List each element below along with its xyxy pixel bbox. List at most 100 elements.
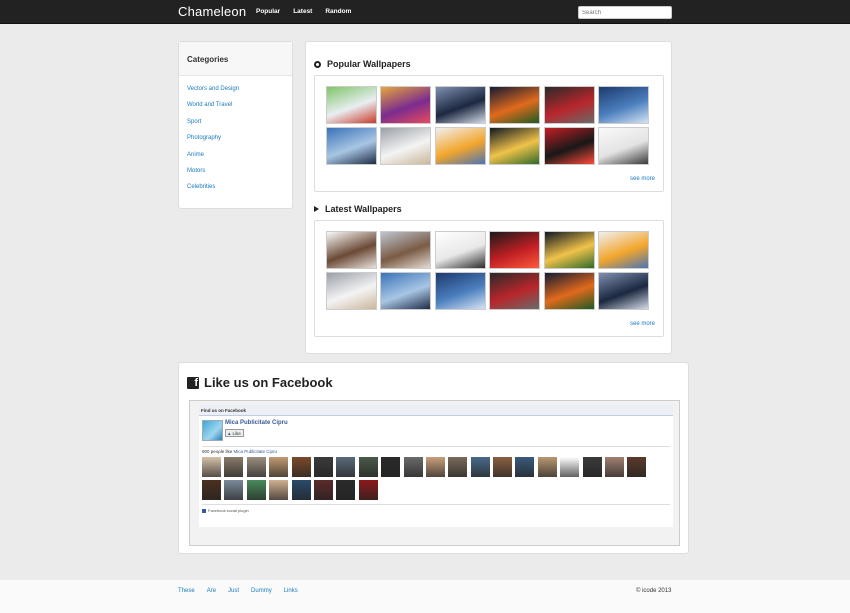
latest-wallpaper-thumb[interactable] <box>543 272 595 310</box>
fan-avatar[interactable] <box>336 480 356 500</box>
popular-wallpaper-thumb[interactable] <box>489 127 541 165</box>
facebook-page-info: Mica Publicitate Cipru ▲ Like <box>202 420 288 441</box>
latest-wallpaper-thumb[interactable] <box>326 272 377 310</box>
fan-avatar[interactable] <box>202 480 221 500</box>
fan-avatar[interactable] <box>246 480 266 500</box>
fan-avatar[interactable] <box>313 457 333 477</box>
wallpapers-panel: Popular Wallpapers see more Latest Wallp… <box>305 41 672 354</box>
fan-avatar[interactable] <box>269 457 289 477</box>
fan-avatar[interactable] <box>202 457 221 477</box>
brand-logo[interactable]: Chameleon <box>178 4 246 19</box>
popular-wallpaper-thumb[interactable] <box>326 86 377 124</box>
latest-wallpaper-thumb[interactable] <box>489 272 541 310</box>
facebook-page-avatar[interactable] <box>202 420 223 441</box>
facebook-like-button[interactable]: ▲ Like <box>225 429 244 437</box>
popular-thumbs <box>326 86 650 165</box>
fan-avatar[interactable] <box>291 480 311 500</box>
facebook-plugin-note: Facebook social plugin <box>202 508 249 513</box>
fan-avatar[interactable] <box>448 457 468 477</box>
footer: These Are Just Dummy Links © icode 2013 <box>0 580 850 613</box>
popular-heading: Popular Wallpapers <box>314 59 411 69</box>
nav-popular[interactable]: Popular <box>256 8 280 15</box>
fan-avatar[interactable] <box>291 457 311 477</box>
divider <box>202 504 670 505</box>
category-item: Anime <box>187 151 292 167</box>
popular-wallpaper-thumb[interactable] <box>380 86 432 124</box>
facebook-mini-icon <box>202 508 206 513</box>
category-link-motors[interactable]: Motors <box>187 168 205 174</box>
triangle-bullet-icon <box>314 206 319 212</box>
category-item: Sport <box>187 118 292 134</box>
facebook-icon: f <box>187 376 199 389</box>
footer-link[interactable]: Just <box>228 588 239 594</box>
fan-avatar[interactable] <box>582 457 602 477</box>
popular-wallpaper-thumb[interactable] <box>489 86 541 124</box>
latest-wallpaper-thumb[interactable] <box>326 231 377 269</box>
fan-avatar[interactable] <box>537 457 557 477</box>
fan-avatar[interactable] <box>381 457 401 477</box>
popular-wallpaper-thumb[interactable] <box>597 86 649 124</box>
divider <box>202 446 670 447</box>
popular-wallpaper-thumb[interactable] <box>380 127 432 165</box>
footer-link[interactable]: Links <box>284 588 298 594</box>
fan-avatar[interactable] <box>246 457 266 477</box>
category-link-vectors[interactable]: Vectors and Design <box>187 86 239 92</box>
category-item: World and Travel <box>187 101 292 117</box>
fan-avatar[interactable] <box>224 480 244 500</box>
fan-avatar[interactable] <box>336 457 356 477</box>
fan-avatar[interactable] <box>425 457 445 477</box>
popular-wallpaper-thumb[interactable] <box>434 86 486 124</box>
fan-avatar[interactable] <box>358 480 378 500</box>
fan-avatar[interactable] <box>269 480 289 500</box>
popular-wallpaper-thumb[interactable] <box>434 127 486 165</box>
latest-wallpaper-thumb[interactable] <box>543 231 595 269</box>
latest-wallpaper-thumb[interactable] <box>380 231 432 269</box>
fan-avatar[interactable] <box>224 457 244 477</box>
categories-list: Vectors and Design World and Travel Spor… <box>179 76 292 200</box>
popular-wallpaper-thumb[interactable] <box>597 127 649 165</box>
latest-wallpaper-thumb[interactable] <box>434 231 486 269</box>
facebook-count-page-link[interactable]: Mica Publicitate Cipru <box>234 449 278 454</box>
latest-wallpaper-thumb[interactable] <box>380 272 432 310</box>
facebook-page-name[interactable]: Mica Publicitate Cipru <box>225 420 288 426</box>
footer-link[interactable]: Dummy <box>251 588 272 594</box>
footer-link[interactable]: These <box>178 588 195 594</box>
category-item: Photography <box>187 134 292 150</box>
category-link-anime[interactable]: Anime <box>187 152 204 158</box>
search-input[interactable] <box>578 6 672 19</box>
fan-avatar[interactable] <box>358 457 378 477</box>
popular-gallery: see more <box>314 75 664 192</box>
latest-title: Latest Wallpapers <box>325 204 402 214</box>
fan-avatar[interactable] <box>627 457 647 477</box>
nav-latest[interactable]: Latest <box>293 8 312 15</box>
popular-wallpaper-thumb[interactable] <box>326 127 377 165</box>
fan-avatar[interactable] <box>515 457 535 477</box>
fan-avatar[interactable] <box>605 457 625 477</box>
category-link-world[interactable]: World and Travel <box>187 102 232 108</box>
thumbs-up-icon: ▲ <box>227 430 232 436</box>
category-link-photography[interactable]: Photography <box>187 135 221 141</box>
fan-avatar[interactable] <box>403 457 423 477</box>
category-link-celebrities[interactable]: Celebrities <box>187 184 215 190</box>
latest-wallpaper-thumb[interactable] <box>434 272 486 310</box>
latest-wallpaper-thumb[interactable] <box>597 272 649 310</box>
fan-avatar[interactable] <box>313 480 333 500</box>
popular-wallpaper-thumb[interactable] <box>543 86 595 124</box>
facebook-plugin-text[interactable]: Facebook social plugin <box>208 508 249 513</box>
category-link-sport[interactable]: Sport <box>187 119 201 125</box>
popular-wallpaper-thumb[interactable] <box>543 127 595 165</box>
popular-see-more-link[interactable]: see more <box>630 176 655 182</box>
facebook-box-header: Find us on Facebook <box>199 405 673 416</box>
latest-wallpaper-thumb[interactable] <box>597 231 649 269</box>
fan-avatar[interactable] <box>470 457 490 477</box>
copyright: © icode 2013 <box>636 588 672 594</box>
categories-panel: Categories Vectors and Design World and … <box>178 41 293 209</box>
fan-avatar[interactable] <box>493 457 513 477</box>
facebook-page-details: Mica Publicitate Cipru ▲ Like <box>225 420 288 441</box>
facebook-like-box-inner: Find us on Facebook Mica Publicitate Cip… <box>199 405 673 527</box>
latest-see-more-link[interactable]: see more <box>630 321 655 327</box>
nav-random[interactable]: Random <box>325 8 351 15</box>
footer-link[interactable]: Are <box>207 588 216 594</box>
latest-wallpaper-thumb[interactable] <box>489 231 541 269</box>
fan-avatar[interactable] <box>560 457 580 477</box>
